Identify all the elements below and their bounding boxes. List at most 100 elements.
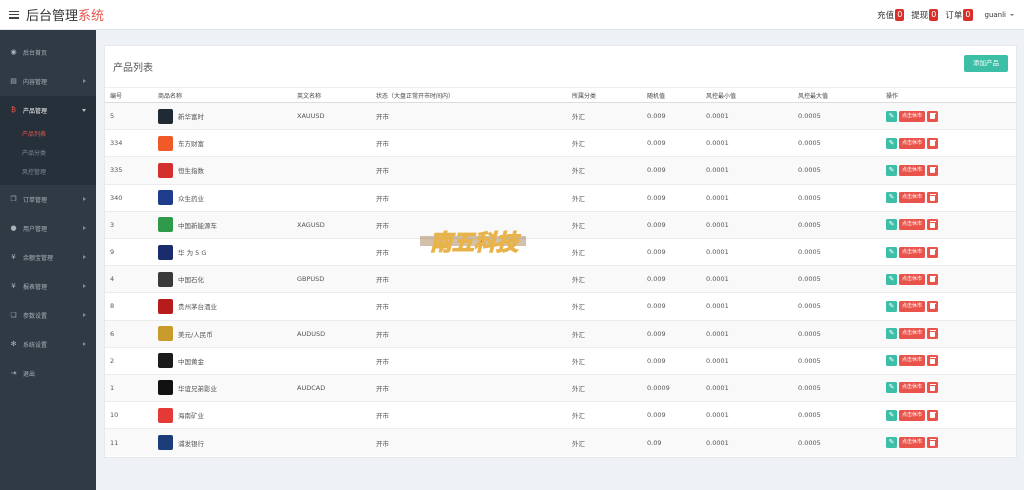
delete-button[interactable] — [927, 137, 939, 149]
sidebar-item-yuebao[interactable]: ¥ 余额宝管理 — [0, 243, 96, 272]
table-row: 6 美元/人民币 AUDUSD 开市 外汇 0.009 0.0001 0.0005 ✎ 点击休市 — [105, 319, 1016, 348]
delete-button[interactable] — [927, 328, 939, 340]
delete-button[interactable] — [927, 409, 939, 421]
edit-button[interactable]: ✎ — [886, 110, 897, 122]
sidebar-item-logout[interactable]: ⇥ 退出 — [0, 359, 96, 388]
col-header-id[interactable]: 编号 — [105, 87, 153, 103]
close-market-button[interactable]: 点击休市 — [899, 246, 926, 258]
close-market-button[interactable]: 点击休市 — [899, 192, 926, 204]
submenu-product-list[interactable]: 产品列表 — [0, 125, 96, 144]
edit-button[interactable]: ✎ — [886, 437, 897, 449]
delete-button[interactable] — [927, 192, 939, 204]
cell-actions: ✎ 点击休市 — [881, 156, 1016, 185]
delete-button[interactable] — [927, 437, 939, 449]
cell-random: 0.009 — [642, 101, 701, 130]
menu-toggle-icon[interactable] — [9, 10, 19, 20]
delete-button[interactable] — [927, 273, 939, 285]
cell-risk-min: 0.0001 — [701, 156, 793, 185]
submenu-product-category[interactable]: 产品分类 — [0, 144, 96, 163]
close-market-button[interactable]: 点击休市 — [899, 164, 926, 176]
cell-status: 开市 — [371, 346, 567, 375]
user-menu[interactable]: guanli — [985, 11, 1014, 19]
delete-button[interactable] — [927, 246, 939, 258]
close-market-button[interactable]: 点击休市 — [899, 219, 926, 231]
product-name: 众生药业 — [178, 194, 204, 203]
edit-button[interactable]: ✎ — [886, 355, 897, 367]
cell-risk-max: 0.0005 — [793, 373, 881, 402]
yen-icon: ¥ — [11, 282, 16, 290]
close-market-button[interactable]: 点击休市 — [899, 110, 926, 122]
sidebar-item-dashboard[interactable]: ◉ 后台首页 — [0, 38, 96, 67]
nav-orders[interactable]: 订单 0 — [945, 9, 973, 21]
nav-withdraw[interactable]: 提现 0 — [911, 9, 939, 21]
sidebar-item-users[interactable]: ● 用户管理 — [0, 214, 96, 243]
close-market-button[interactable]: 点击休市 — [899, 273, 926, 285]
delete-button[interactable] — [927, 164, 939, 176]
sidebar-item-products[interactable]: ₿ 产品管理 — [0, 96, 96, 125]
cell-actions: ✎ 点击休市 — [881, 129, 1016, 157]
cell-risk-max: 0.0005 — [793, 129, 881, 157]
cell-status: 开市 — [371, 265, 567, 293]
top-bar: 后台管理系统 充值 0 提现 0 订单 0 guanli — [0, 0, 1024, 30]
chevron-right-icon — [83, 255, 86, 259]
close-market-button[interactable]: 点击休市 — [899, 437, 926, 449]
cell-status: 开市 — [371, 292, 567, 320]
add-product-button[interactable]: 添加产品 — [964, 55, 1008, 72]
cell-id: 5 — [105, 101, 153, 130]
delete-button[interactable] — [927, 219, 939, 231]
edit-button[interactable]: ✎ — [886, 382, 897, 394]
edit-button[interactable]: ✎ — [886, 219, 897, 231]
delete-button[interactable] — [927, 110, 939, 122]
col-header-en-name[interactable]: 英文名称 — [292, 87, 371, 103]
edit-button[interactable]: ✎ — [886, 192, 897, 204]
cell-random: 0.09 — [642, 428, 701, 456]
edit-button[interactable]: ✎ — [886, 409, 897, 421]
delete-button[interactable] — [927, 300, 939, 312]
edit-button[interactable]: ✎ — [886, 137, 897, 149]
cell-product-name: 中国新能源车 — [153, 210, 292, 239]
close-market-button[interactable]: 点击休市 — [899, 382, 926, 394]
edit-button[interactable]: ✎ — [886, 164, 897, 176]
edit-button[interactable]: ✎ — [886, 273, 897, 285]
product-logo-icon — [158, 435, 173, 451]
table-row: 1 华谊兄弟影业 AUDCAD 开市 外汇 0.0009 0.0001 0.0005 ✎ 点击休市 — [105, 373, 1016, 402]
sidebar-item-content[interactable]: ▤ 内容管理 — [0, 67, 96, 96]
table-row: 335 恒生指数 开市 外汇 0.009 0.0001 0.0005 ✎ 点击休市 — [105, 156, 1016, 185]
nav-recharge[interactable]: 充值 0 — [877, 9, 905, 21]
col-header-category[interactable]: 所属分类 — [567, 87, 642, 103]
cell-risk-max: 0.0005 — [793, 428, 881, 456]
col-header-risk-min[interactable]: 风控最小值 — [701, 87, 793, 103]
product-logo-icon — [158, 380, 173, 396]
close-market-button[interactable]: 点击休市 — [899, 300, 926, 312]
col-header-risk-max[interactable]: 风控最大值 — [793, 87, 881, 103]
col-header-random[interactable]: 随机值 — [642, 87, 701, 103]
sidebar-item-system[interactable]: ✻ 系统设置 — [0, 330, 96, 359]
close-market-button[interactable]: 点击休市 — [899, 409, 926, 421]
cell-risk-max: 0.0005 — [793, 401, 881, 429]
cell-actions: ✎ 点击休市 — [881, 237, 1016, 266]
cell-id: 340 — [105, 183, 153, 212]
col-header-status[interactable]: 状态（大盘正常开市时间内） — [371, 87, 567, 103]
cell-category: 外汇 — [567, 401, 642, 429]
close-market-button[interactable]: 点击休市 — [899, 355, 926, 367]
cell-status: 开市 — [371, 101, 567, 130]
edit-button[interactable]: ✎ — [886, 246, 897, 258]
close-market-button[interactable]: 点击休市 — [899, 328, 926, 340]
table-row: 11 浦发银行 开市 外汇 0.09 0.0001 0.0005 ✎ 点击休市 — [105, 428, 1016, 456]
edit-button[interactable]: ✎ — [886, 300, 897, 312]
close-market-button[interactable]: 点击休市 — [899, 137, 926, 149]
chevron-right-icon — [83, 197, 86, 201]
sidebar-item-orders[interactable]: ❐ 订单管理 — [0, 185, 96, 214]
sidebar-item-params[interactable]: ❏ 参数设置 — [0, 301, 96, 330]
delete-button[interactable] — [927, 355, 939, 367]
products-submenu: 产品列表 产品分类 风控管理 — [0, 125, 96, 185]
submenu-risk-control[interactable]: 风控管理 — [0, 163, 96, 182]
delete-button[interactable] — [927, 382, 939, 394]
cell-en-name — [292, 401, 371, 429]
cell-product-name: 东方财富 — [153, 129, 292, 157]
edit-button[interactable]: ✎ — [886, 328, 897, 340]
cell-risk-max: 0.0005 — [793, 346, 881, 375]
col-header-name[interactable]: 商品名称 — [153, 87, 292, 103]
table-row: 8 贵州茅台酒业 开市 外汇 0.009 0.0001 0.0005 ✎ 点击休市 — [105, 292, 1016, 320]
sidebar-item-reports[interactable]: ¥ 报表管理 — [0, 272, 96, 301]
